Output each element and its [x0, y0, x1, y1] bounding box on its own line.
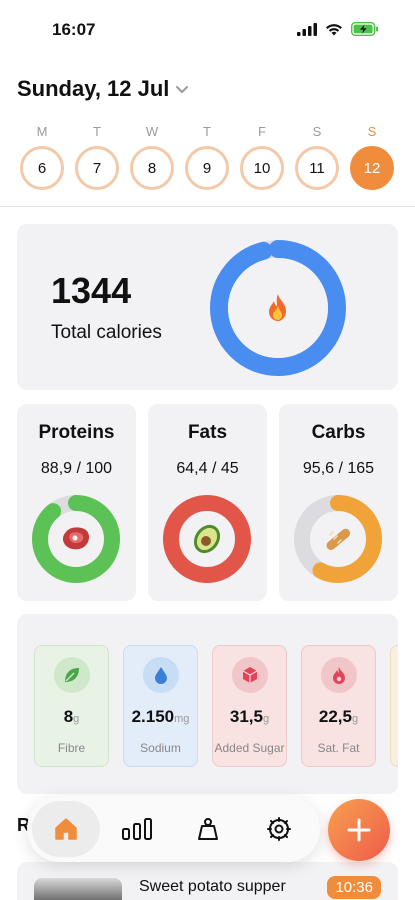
chevron-down-icon: [176, 85, 189, 93]
tab-home[interactable]: [32, 801, 100, 857]
day-number: 12: [350, 146, 394, 190]
week-day-wed[interactable]: W 8: [129, 124, 175, 190]
micro-amount-wrap: 8g: [35, 707, 108, 727]
week-day-fri[interactable]: F 10: [239, 124, 285, 190]
bar-chart-icon: [122, 818, 152, 840]
macro-value: 88,9 / 100: [40, 460, 113, 477]
macro-card-proteins[interactable]: Proteins 88,9 / 100: [17, 404, 136, 601]
tab-weight[interactable]: [174, 801, 242, 857]
wifi-icon: [326, 23, 342, 35]
tab-settings[interactable]: [245, 801, 313, 857]
status-bar: 16:07: [0, 0, 415, 60]
micro-unit: g: [73, 713, 80, 725]
week-day-tue[interactable]: T 7: [74, 124, 120, 190]
micro-amount-wrap: 2.150mg: [124, 707, 197, 727]
day-number: 9: [185, 146, 229, 190]
day-letter: M: [36, 124, 48, 139]
micro-item-sat-fat[interactable]: 22,5g Sat. Fat: [301, 645, 376, 767]
day-number: 11: [295, 146, 339, 190]
tab-stats[interactable]: [103, 801, 171, 857]
proteins-ring: [32, 495, 120, 583]
date-title: Sunday, 12 Jul: [17, 76, 170, 101]
meal-time-badge: 10:36: [327, 876, 381, 899]
week-day-mon[interactable]: M 6: [19, 124, 65, 190]
micro-item-sodium[interactable]: 2.150mg Sodium: [123, 645, 198, 767]
week-day-sat[interactable]: S 11: [294, 124, 340, 190]
micro-label: Sodium: [140, 741, 181, 755]
micro-item-fibre[interactable]: 8g Fibre: [34, 645, 109, 767]
micro-amount-wrap: 31,5g: [213, 707, 286, 727]
cube-icon: [231, 657, 268, 693]
day-letter: S: [367, 124, 377, 139]
status-time: 16:07: [52, 20, 96, 39]
home-icon: [55, 818, 77, 840]
week-day-thu[interactable]: T 9: [184, 124, 230, 190]
day-letter: W: [145, 124, 159, 139]
calories-card[interactable]: 1344 Total calories: [17, 224, 398, 390]
micro-unit: mg: [174, 713, 190, 725]
date-selector[interactable]: Sunday, 12 Jul: [17, 76, 189, 102]
micro-label: Fibre: [57, 741, 86, 755]
micro-label: Sat. Fat: [317, 741, 360, 755]
flame-drop-icon: [320, 657, 357, 693]
day-letter: T: [93, 124, 101, 139]
macro-title: Carbs: [311, 422, 366, 443]
day-number: 6: [20, 146, 64, 190]
gear-icon: [267, 817, 291, 841]
carbs-ring: [294, 495, 382, 583]
cellular-signal-icon: [297, 22, 317, 36]
micro-label: Added Sugar: [214, 741, 285, 755]
day-number: 7: [75, 146, 119, 190]
meal-thumbnail: [34, 878, 122, 900]
micro-amount: 2.150: [131, 707, 175, 726]
add-button[interactable]: [328, 799, 390, 861]
day-letter: S: [312, 124, 322, 139]
water-drop-icon: [142, 657, 179, 693]
tab-bar: [27, 796, 320, 862]
week-strip: M 6 T 7 W 8 T 9 F 10 S 11 S 12: [0, 124, 415, 208]
divider: [0, 206, 415, 207]
status-icons: [297, 22, 379, 36]
battery-charging-icon: [351, 22, 378, 36]
day-number: 8: [130, 146, 174, 190]
day-number: 10: [240, 146, 284, 190]
macro-value: 95,6 / 165: [302, 460, 375, 477]
micro-amount: 8: [63, 707, 74, 726]
micro-unit: g: [351, 713, 359, 725]
macro-card-carbs[interactable]: Carbs 95,6 / 165: [279, 404, 398, 601]
micro-amount: 31,5: [229, 707, 263, 726]
macro-value: 64,4 / 45: [176, 460, 239, 477]
calories-value: 1344: [51, 270, 132, 311]
day-letter: F: [258, 124, 266, 139]
macro-title: Fats: [187, 422, 228, 443]
calories-label: Total calories: [51, 322, 162, 343]
calories-ring: [210, 240, 346, 376]
micro-item-added-sugar[interactable]: 31,5g Added Sugar: [212, 645, 287, 767]
micro-amount: 22,5: [318, 707, 352, 726]
week-day-sun[interactable]: S 12: [349, 124, 395, 190]
macro-title: Proteins: [38, 422, 115, 443]
micro-amount-wrap: 22,5g: [302, 707, 375, 727]
meal-card[interactable]: Sweet potato supper 10:36: [17, 862, 398, 900]
weight-icon: [198, 818, 218, 840]
leaf-icon: [53, 657, 90, 693]
day-letter: T: [203, 124, 211, 139]
micronutrients-panel[interactable]: 8g Fibre 2.150mg Sodium 31,5g Added Suga…: [17, 614, 398, 794]
plus-icon: [347, 818, 371, 842]
micro-unit: g: [262, 713, 270, 725]
micro-item-partial[interactable]: [390, 645, 398, 767]
fats-ring: [163, 495, 251, 583]
macro-card-fats[interactable]: Fats 64,4 / 45: [148, 404, 267, 601]
meal-name: Sweet potato supper: [139, 878, 286, 895]
